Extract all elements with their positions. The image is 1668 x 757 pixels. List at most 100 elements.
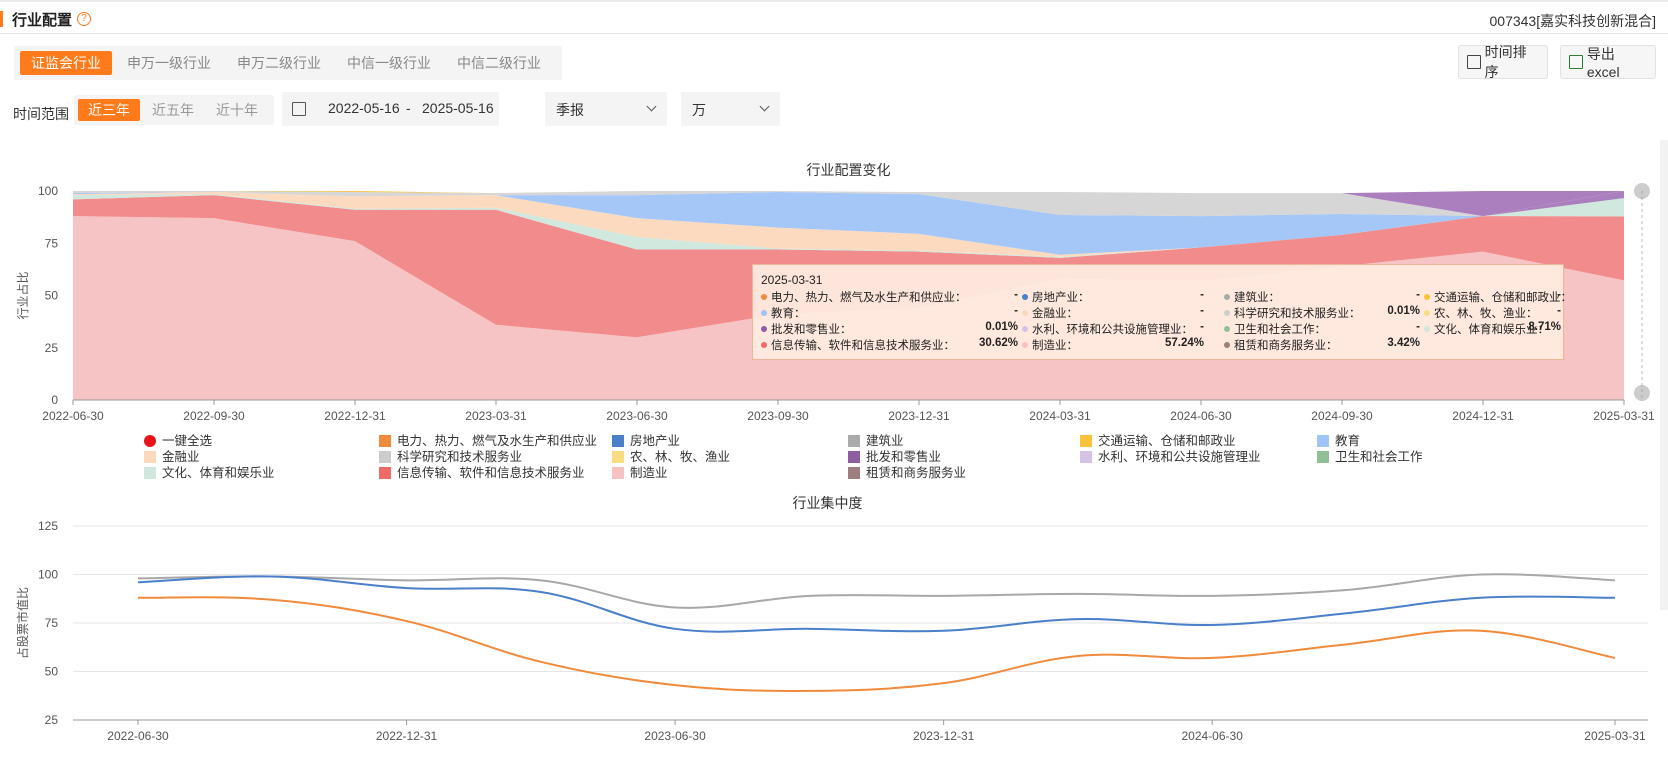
- tooltip-item-value: -: [1557, 305, 1561, 317]
- tooltip-item: 文化、体育和娱乐业： 8.71%: [1424, 321, 1561, 336]
- legend-label: 卫生和社会工作: [1335, 450, 1423, 464]
- tooltip-item-name: 金融业：: [1032, 308, 1078, 320]
- tooltip-dot: [1424, 294, 1430, 300]
- line-series: [137, 596, 1616, 692]
- time-range-options: 近三年 近五年 近十年: [74, 95, 274, 125]
- legend-swatch: [379, 467, 391, 479]
- scroll-handle-top: [1634, 183, 1650, 199]
- tooltip-dot: [1224, 294, 1230, 300]
- date-range-picker[interactable]: 2022-05-16 - 2025-05-16: [282, 92, 499, 126]
- legend-item[interactable]: 制造业: [612, 462, 668, 481]
- tooltip-item-value: -: [1200, 321, 1204, 333]
- tooltip-item-name: 农、林、牧、渔业：: [1434, 308, 1538, 320]
- tooltip-dot: [1022, 294, 1028, 300]
- tooltip-item-value: 0.01%: [985, 321, 1018, 333]
- y-tick-label: 50: [45, 289, 59, 303]
- tooltip-item: 水利、环境和公共设施管理业： -: [1022, 321, 1204, 336]
- date-separator: -: [406, 100, 411, 116]
- tooltip-item: 教育： -: [761, 305, 1018, 320]
- tooltip-date: 2025-03-31: [761, 273, 823, 287]
- tooltip-dot: [761, 310, 767, 316]
- tooltip-item: 租赁和商务服务业： 3.42%: [1224, 337, 1420, 352]
- tab-sw-level1[interactable]: 申万一级行业: [116, 51, 222, 75]
- x-tick-label: 2023-06-30: [606, 409, 668, 420]
- tooltip-item-name: 信息传输、软件和信息技术服务业：: [771, 340, 955, 352]
- tooltip-item: 建筑业： -: [1224, 289, 1420, 304]
- y-tick-label: 100: [38, 568, 58, 582]
- legend-item[interactable]: 文化、体育和娱乐业: [144, 462, 275, 481]
- legend-item[interactable]: 水利、环境和公共设施管理业: [1080, 446, 1261, 465]
- tooltip-dot: [1022, 310, 1028, 316]
- x-tick-label: 2024-12-31: [1452, 409, 1514, 420]
- x-tick-label: 2024-03-31: [1029, 409, 1091, 420]
- x-tick-label: 2023-03-31: [465, 409, 527, 420]
- range-5y[interactable]: 近五年: [142, 99, 204, 121]
- legend-label: 文化、体育和娱乐业: [162, 466, 275, 480]
- excel-icon: [1569, 55, 1583, 69]
- sort-icon: [1467, 55, 1481, 69]
- time-range-label: 时间范围: [13, 106, 69, 122]
- chevron-down-icon: [646, 101, 657, 112]
- date-end[interactable]: 2025-05-16: [422, 100, 494, 116]
- y-tick-label: 25: [45, 341, 59, 355]
- period-select[interactable]: 季报: [545, 92, 667, 126]
- page-scrollbar[interactable]: [1660, 140, 1668, 610]
- header-accent-bar: [0, 11, 3, 27]
- tab-citic-level2[interactable]: 中信二级行业: [446, 51, 552, 75]
- legend-item[interactable]: 信息传输、软件和信息技术服务业: [379, 462, 585, 481]
- x-tick-label: 2024-09-30: [1311, 409, 1373, 420]
- time-sort-button[interactable]: 时间排序: [1458, 44, 1548, 80]
- x-tick-label: 2023-12-31: [888, 409, 950, 420]
- legend-label: 制造业: [630, 466, 668, 480]
- tooltip-item: 制造业： 57.24%: [1022, 337, 1204, 352]
- y-tick-label: 0: [51, 393, 58, 407]
- legend-item[interactable]: 租赁和商务服务业: [848, 462, 966, 481]
- chart-title: 行业配置变化: [807, 162, 891, 178]
- tab-citic-level1[interactable]: 中信一级行业: [336, 51, 442, 75]
- y-tick-label: 75: [45, 616, 59, 630]
- tooltip-item-value: 0.01%: [1387, 305, 1420, 317]
- tooltip-item-name: 房地产业：: [1032, 292, 1090, 304]
- y-tick-label: 50: [45, 665, 59, 679]
- tooltip-item-name: 批发和零售业：: [771, 324, 852, 336]
- x-tick-label: 2025-03-31: [1593, 409, 1655, 420]
- y-tick-label: 25: [45, 713, 59, 727]
- tooltip-dot: [1224, 310, 1230, 316]
- tooltip-dot: [1424, 326, 1430, 332]
- tooltip-dot: [761, 342, 767, 348]
- tooltip-item-name: 租赁和商务服务业：: [1234, 340, 1338, 352]
- scroll-handle-bottom: [1634, 385, 1650, 401]
- x-tick-label: 2023-12-31: [913, 729, 975, 743]
- tooltip-item-name: 制造业：: [1032, 340, 1078, 352]
- legend-swatch: [612, 467, 624, 479]
- tooltip-item: 批发和零售业： 0.01%: [761, 321, 1018, 336]
- tooltip-item: 电力、热力、燃气及水生产和供应业： -: [761, 289, 1018, 304]
- tooltip-item-value: -: [1200, 305, 1204, 317]
- tooltip-dot: [1022, 342, 1028, 348]
- time-sort-label: 时间排序: [1484, 44, 1527, 80]
- x-tick-label: 2025-03-31: [1584, 729, 1646, 743]
- range-10y[interactable]: 近十年: [206, 99, 268, 121]
- chevron-down-icon: [759, 101, 770, 112]
- unit-select[interactable]: 万: [681, 92, 780, 126]
- x-tick-label: 2022-09-30: [183, 409, 245, 420]
- chart-title: 行业集中度: [793, 495, 863, 511]
- tab-csrc-industry[interactable]: 证监会行业: [20, 51, 112, 75]
- tooltip-dot: [1224, 326, 1230, 332]
- tooltip-item-value: 8.71%: [1528, 321, 1561, 333]
- tooltip-item-value: -: [1416, 289, 1420, 301]
- date-start[interactable]: 2022-05-16: [328, 100, 400, 116]
- tab-sw-level2[interactable]: 申万二级行业: [226, 51, 332, 75]
- tooltip-dot: [761, 326, 767, 332]
- period-value: 季报: [556, 102, 584, 118]
- tooltip-dot: [761, 294, 767, 300]
- tooltip-item: 信息传输、软件和信息技术服务业： 30.62%: [761, 337, 1018, 352]
- range-3y[interactable]: 近三年: [78, 99, 140, 121]
- legend-label: 租赁和商务服务业: [866, 466, 967, 480]
- tooltip-item-name: 电力、热力、燃气及水生产和供应业：: [771, 292, 967, 304]
- help-icon[interactable]: ?: [77, 12, 91, 26]
- legend-item[interactable]: 卫生和社会工作: [1317, 446, 1423, 465]
- tooltip-item-name: 科学研究和技术服务业：: [1234, 308, 1361, 320]
- export-excel-button[interactable]: 导出excel: [1560, 45, 1656, 80]
- export-label: 导出excel: [1586, 46, 1620, 80]
